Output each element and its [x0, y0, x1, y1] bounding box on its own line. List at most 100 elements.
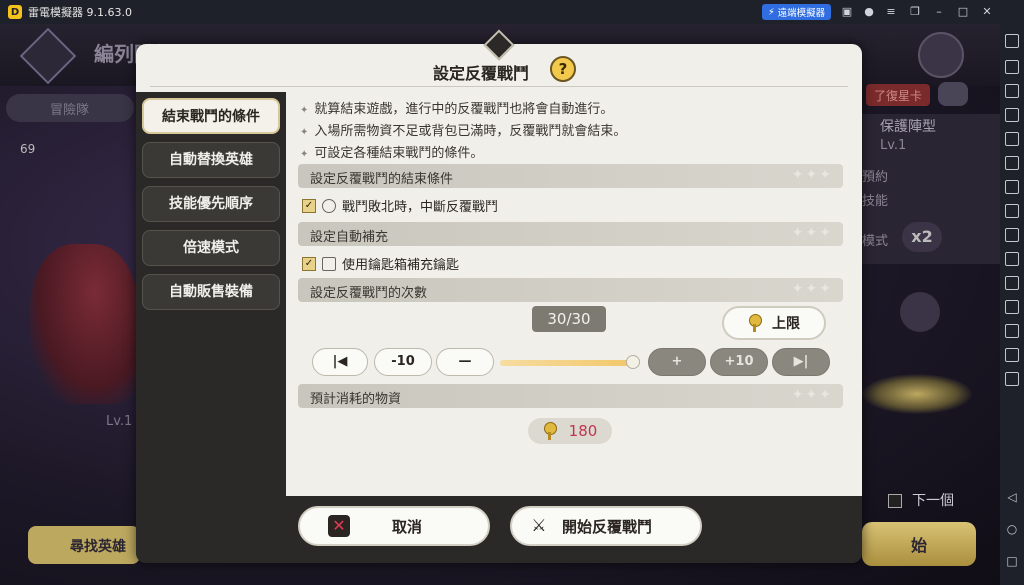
lightning-icon: ⚡: [768, 6, 775, 18]
key-box-icon: [322, 256, 336, 271]
sync-icon[interactable]: [1005, 300, 1019, 314]
location-icon[interactable]: [1005, 348, 1019, 362]
bg-skill-label: 技能: [862, 194, 889, 209]
home-icon[interactable]: ○: [1005, 522, 1019, 536]
bullet-icon: ✦: [300, 105, 309, 116]
option-label: 使用鑰匙箱補充鑰匙: [342, 258, 460, 273]
remote-emulator-button[interactable]: ⚡ 遠端模擬器: [762, 4, 832, 20]
slider-handle[interactable]: [626, 355, 640, 369]
scissors-icon[interactable]: [1005, 228, 1019, 242]
bg-team-tab[interactable]: 冒險隊: [6, 94, 134, 122]
sparkle-decoration-icon: ✦✦✦: [791, 225, 833, 241]
chat-icon[interactable]: [938, 82, 968, 106]
plus-10-button[interactable]: +10: [710, 348, 768, 376]
note-item: ✦ 就算結束遊戲，進行中的反覆戰鬥也將會自動進行。: [300, 98, 613, 117]
bg-reserve-label: 預約: [862, 170, 889, 185]
key-icon: [543, 422, 557, 440]
option-stop-on-defeat[interactable]: ✓ 戰鬥敗北時，中斷反覆戰鬥: [302, 196, 498, 215]
max-limit-button[interactable]: 上限: [722, 306, 826, 340]
section-auto-refill: 設定自動補充 ✦✦✦: [298, 222, 843, 246]
repeat-battle-dialog: 設定反覆戰鬥 ? 結束戰鬥的條件 自動替換英雄 技能優先順序 倍速模式 自動販售…: [136, 29, 862, 563]
minimize-icon[interactable]: –: [932, 5, 946, 19]
restore-window-icon[interactable]: ❐: [908, 5, 922, 19]
note-text: 可設定各種結束戰鬥的條件。: [314, 146, 484, 161]
cancel-button[interactable]: ✕ 取消: [298, 506, 490, 546]
ldplayer-logo-icon: D: [8, 5, 22, 19]
settings-side-tabs: 結束戰鬥的條件 自動替換英雄 技能優先順序 倍速模式 自動販售裝備: [136, 92, 286, 563]
back-icon[interactable]: ◁: [1005, 490, 1019, 504]
record-icon[interactable]: [1005, 180, 1019, 194]
bg-start-button[interactable]: 始: [862, 522, 976, 566]
max-count-button[interactable]: ▶|: [772, 348, 830, 376]
min-count-button[interactable]: |◀: [312, 348, 368, 376]
bg-mode-label: 模式: [862, 234, 889, 249]
remote-emulator-label: 遠端模擬器: [777, 8, 826, 19]
tab-speed-mode[interactable]: 倍速模式: [142, 230, 280, 266]
option-use-key-box[interactable]: ✓ 使用鑰匙箱補充鑰匙: [302, 254, 459, 273]
emulator-sidebar: ◁ ○ □: [1000, 24, 1024, 585]
account-icon[interactable]: ●: [862, 5, 876, 19]
maximize-icon[interactable]: □: [956, 5, 970, 19]
minus-10-button[interactable]: -10: [374, 348, 432, 376]
section-title: 設定反覆戰鬥的次數: [310, 286, 428, 301]
fullscreen-icon[interactable]: [1005, 132, 1019, 146]
apk-icon[interactable]: [1005, 276, 1019, 290]
video-icon[interactable]: [1005, 252, 1019, 266]
minus-one-button[interactable]: —: [436, 348, 494, 376]
option-label: 戰鬥敗北時，中斷反覆戰鬥: [342, 200, 499, 215]
bg-home-icon[interactable]: [918, 32, 964, 78]
sparkle-decoration-icon: ✦✦✦: [791, 281, 833, 297]
plus-one-button[interactable]: +: [648, 348, 706, 376]
note-item: ✦ 入場所需物資不足或背包已滿時，反覆戰鬥就會結束。: [300, 120, 626, 139]
tab-end-conditions[interactable]: 結束戰鬥的條件: [142, 98, 280, 134]
emulator-titlebar: D 雷電模擬器 9.1.63.0 ⚡ 遠端模擬器 ▣ ● ≡ ❐ – □ ✕: [0, 0, 1024, 24]
keyboard-icon[interactable]: [1005, 34, 1019, 48]
header-divider: [150, 86, 848, 87]
cancel-x-icon: ✕: [328, 515, 350, 537]
bg-search-hero-button[interactable]: 尋找英雄: [28, 526, 140, 564]
menu-icon[interactable]: ≡: [884, 5, 898, 19]
section-title: 設定自動補充: [310, 230, 389, 245]
bg-next-checkbox[interactable]: [888, 494, 902, 508]
recent-apps-icon[interactable]: □: [1005, 554, 1019, 568]
bg-protect-type: 保護陣型: [880, 119, 936, 135]
volume-down-icon[interactable]: [1005, 108, 1019, 122]
max-limit-label: 上限: [772, 316, 800, 332]
repeat-count-slider[interactable]: [500, 360, 634, 366]
section-repeat-count: 設定反覆戰鬥的次數 ✦✦✦: [298, 278, 843, 302]
screenshot-icon[interactable]: [1005, 156, 1019, 170]
tab-skill-priority[interactable]: 技能優先順序: [142, 186, 280, 222]
robot-icon[interactable]: [1005, 204, 1019, 218]
more-icon[interactable]: [1005, 372, 1019, 386]
expected-cost-value: 180: [568, 422, 598, 440]
dialog-title: 設定反覆戰鬥: [432, 64, 529, 83]
volume-up-icon[interactable]: [1005, 84, 1019, 98]
key-icon: [748, 314, 762, 332]
close-icon[interactable]: ✕: [980, 5, 994, 19]
checkbox-checked-icon[interactable]: ✓: [302, 256, 316, 271]
keymap-icon[interactable]: [1005, 60, 1019, 74]
section-title: 設定反覆戰鬥的結束條件: [310, 172, 454, 187]
bg-protect-level: Lv.1: [880, 138, 907, 153]
bg-monster-image: [30, 244, 138, 404]
gamepad-icon[interactable]: ▣: [840, 5, 854, 19]
bg-left-level: Lv.1: [106, 414, 133, 429]
bg-glow-pad: [862, 374, 972, 414]
expected-cost-pill: 180: [528, 418, 612, 444]
section-expected-cost: 預計消耗的物資 ✦✦✦: [298, 384, 843, 408]
folder-icon[interactable]: [1005, 324, 1019, 338]
bg-speed-badge[interactable]: x2: [902, 222, 942, 252]
checkbox-checked-icon[interactable]: ✓: [302, 198, 316, 213]
sparkle-decoration-icon: ✦✦✦: [791, 167, 833, 183]
repeat-count-display: 30/30: [532, 306, 606, 332]
bg-red-badge[interactable]: 了復星卡: [866, 84, 930, 106]
window-title: 雷電模擬器 9.1.63.0: [28, 6, 132, 19]
cancel-label: 取消: [392, 517, 423, 536]
help-button[interactable]: ?: [550, 56, 576, 82]
bg-count: 69: [20, 142, 36, 156]
start-repeat-battle-label: 開始反覆戰鬥: [562, 517, 653, 536]
tab-auto-replace-hero[interactable]: 自動替換英雄: [142, 142, 280, 178]
start-repeat-battle-button[interactable]: ⚔ 開始反覆戰鬥: [510, 506, 702, 546]
dialog-footer: ✕ 取消 ⚔ 開始反覆戰鬥: [286, 496, 862, 563]
tab-auto-sell-equipment[interactable]: 自動販售裝備: [142, 274, 280, 310]
